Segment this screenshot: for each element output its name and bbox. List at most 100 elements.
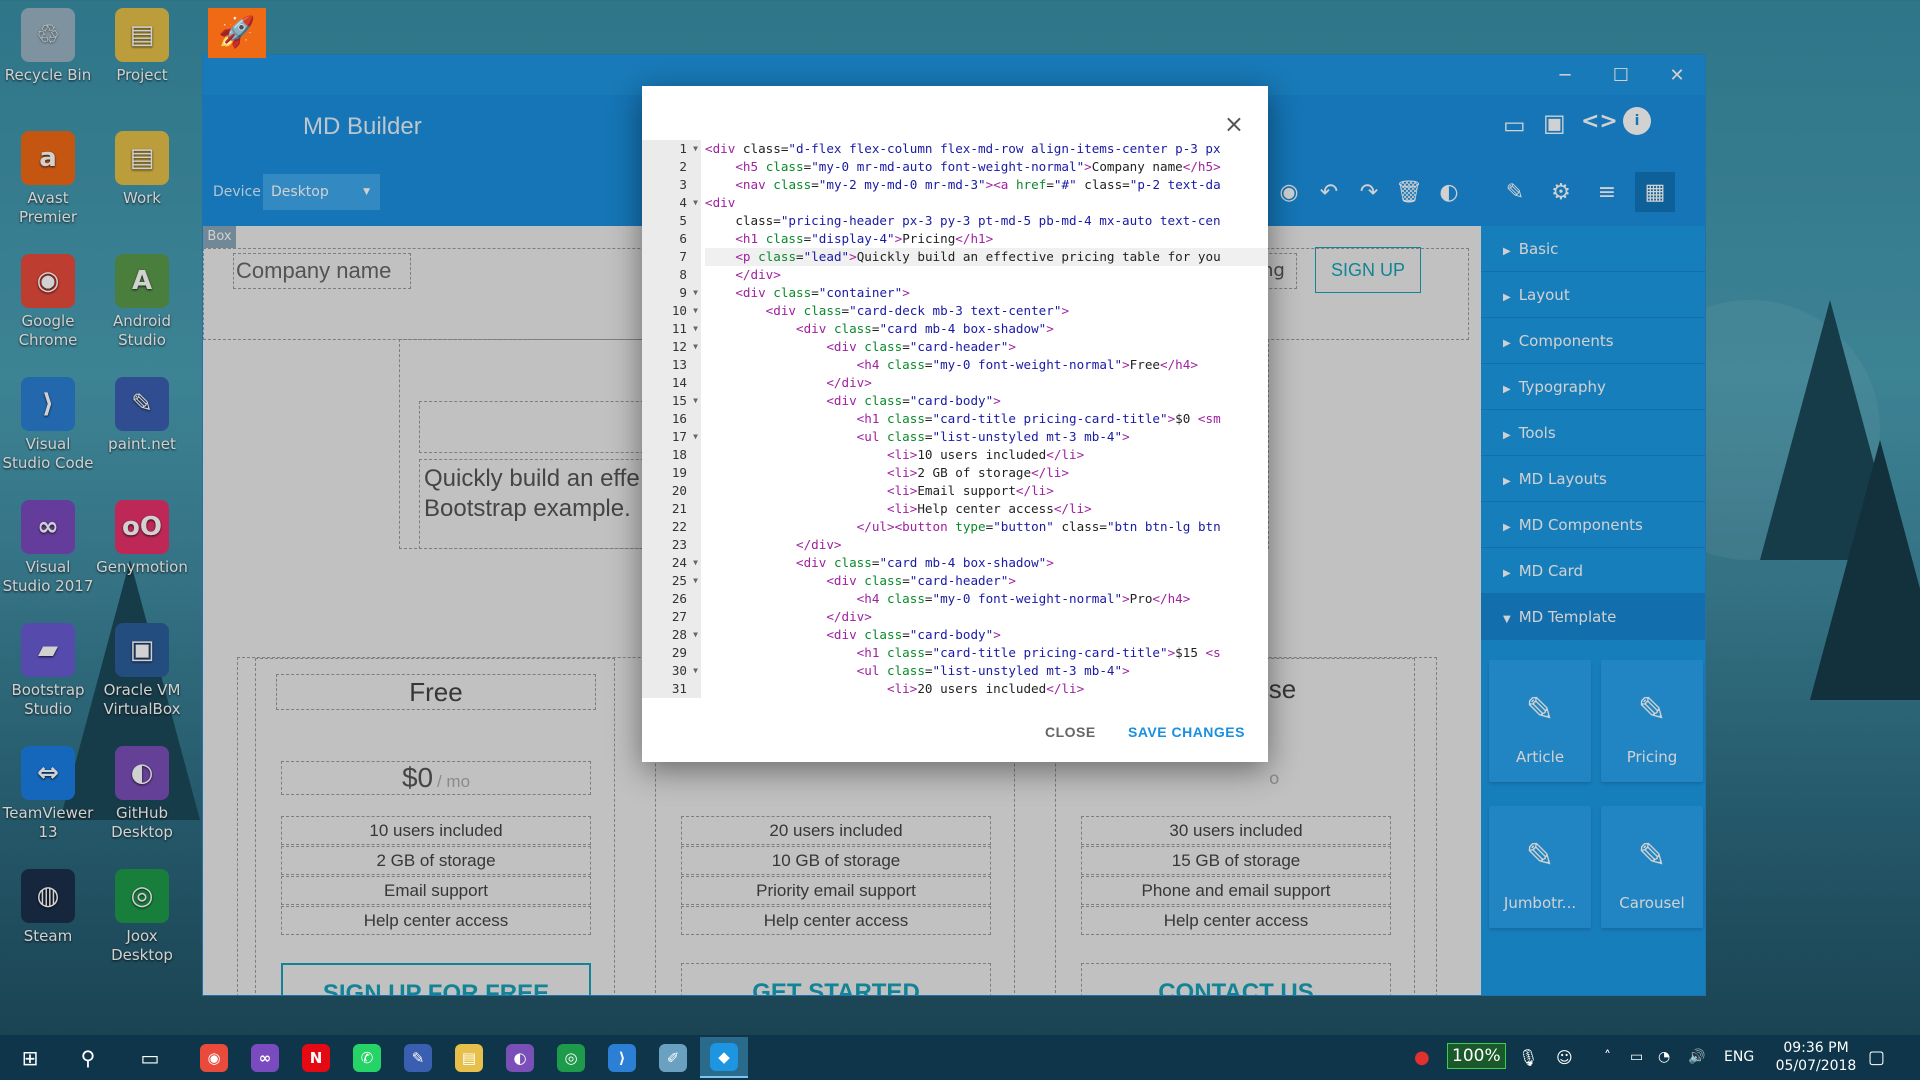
volume-icon[interactable]: 🔊 xyxy=(1688,1035,1705,1080)
line-number: 26 xyxy=(642,590,701,608)
line-number-text: 11 xyxy=(671,321,687,336)
code-line[interactable]: <div xyxy=(705,194,1268,212)
fold-toggle-icon[interactable]: ▼ xyxy=(693,194,698,212)
code-line[interactable]: <div class="card-header"> xyxy=(705,572,1268,590)
fold-toggle-icon[interactable]: ▼ xyxy=(693,626,698,644)
code-line[interactable]: class="pricing-header px-3 py-3 pt-md-5 … xyxy=(705,212,1268,230)
whatsapp-icon: ✆ xyxy=(353,1043,381,1072)
battery-icon[interactable]: ▭ xyxy=(1630,1035,1643,1080)
code-line[interactable]: <h1 class="display-4">Pricing</h1> xyxy=(705,230,1268,248)
line-number-text: 25 xyxy=(671,573,687,588)
fold-toggle-icon[interactable]: ▼ xyxy=(693,140,698,158)
code-line[interactable]: <div class="card-body"> xyxy=(705,626,1268,644)
code-line[interactable]: <h1 class="card-title pricing-card-title… xyxy=(705,410,1268,428)
code-line[interactable]: <div class="d-flex flex-column flex-md-r… xyxy=(705,140,1268,158)
line-number-text: 21 xyxy=(671,501,687,516)
fold-toggle-icon[interactable]: ▼ xyxy=(693,572,698,590)
taskbar-app[interactable]: ✆ xyxy=(343,1037,391,1078)
line-number: 19 xyxy=(642,464,701,482)
fold-toggle-icon[interactable]: ▼ xyxy=(693,302,698,320)
task-view-icon[interactable]: ▭ xyxy=(126,1037,174,1078)
code-line[interactable]: <div class="card-deck mb-3 text-center"> xyxy=(705,302,1268,320)
fold-toggle-icon[interactable]: ▼ xyxy=(693,662,698,680)
taskbar-app[interactable]: ◎ xyxy=(547,1037,595,1078)
code-line[interactable]: <ul class="list-unstyled mt-3 mb-4"> xyxy=(705,662,1268,680)
code-line[interactable]: <h4 class="my-0 font-weight-normal">Pro<… xyxy=(705,590,1268,608)
line-number: 7 xyxy=(642,248,701,266)
code-line[interactable]: </ul><button type="button" class="btn bt… xyxy=(705,518,1268,536)
line-number: 25 ▼ xyxy=(642,572,701,590)
code-line[interactable]: <p class="lead">Quickly build an effecti… xyxy=(705,248,1268,266)
line-number-text: 9 xyxy=(679,285,687,300)
code-line[interactable]: <li>Help center access</li> xyxy=(705,500,1268,518)
code-line[interactable]: <div class="container"> xyxy=(705,284,1268,302)
code-line[interactable]: <div class="card mb-4 box-shadow"> xyxy=(705,554,1268,572)
fold-toggle-icon[interactable]: ▼ xyxy=(693,338,698,356)
fold-toggle-icon[interactable]: ▼ xyxy=(693,320,698,338)
code-line[interactable]: </div> xyxy=(705,608,1268,626)
fold-toggle-icon[interactable]: ▼ xyxy=(693,284,698,302)
line-number: 23 xyxy=(642,536,701,554)
line-number-text: 22 xyxy=(671,519,687,534)
fold-toggle-icon[interactable]: ▼ xyxy=(693,554,698,572)
rocket-app-icon[interactable]: 🚀 xyxy=(208,8,266,58)
code-line[interactable]: <h1 class="card-title pricing-card-title… xyxy=(705,644,1268,662)
line-number-text: 14 xyxy=(671,375,687,390)
code-line[interactable]: </div> xyxy=(705,374,1268,392)
code-line[interactable]: <h4 class="my-0 font-weight-normal">Free… xyxy=(705,356,1268,374)
close-button[interactable]: CLOSE xyxy=(1045,724,1096,740)
code-line[interactable]: <ul class="list-unstyled mt-3 mb-4"> xyxy=(705,428,1268,446)
taskbar-app[interactable]: ◆ xyxy=(700,1037,748,1078)
code-line[interactable]: <li>20 users included</li> xyxy=(705,680,1268,698)
taskbar-app[interactable]: N xyxy=(292,1037,340,1078)
antivirus-tray-icon[interactable]: ● xyxy=(1414,1035,1430,1080)
save-changes-button[interactable]: SAVE CHANGES xyxy=(1128,724,1245,740)
code-line[interactable]: <li>2 GB of storage</li> xyxy=(705,464,1268,482)
line-number: 20 xyxy=(642,482,701,500)
taskbar-app[interactable]: ✐ xyxy=(649,1037,697,1078)
line-number-text: 2 xyxy=(679,159,687,174)
line-number-text: 23 xyxy=(671,537,687,552)
taskbar-app[interactable]: ▤ xyxy=(445,1037,493,1078)
taskbar-app[interactable]: ✎ xyxy=(394,1037,442,1078)
code-line[interactable]: <div class="card mb-4 box-shadow"> xyxy=(705,320,1268,338)
visual-studio-icon: ∞ xyxy=(251,1043,279,1072)
code-line[interactable]: <div class="card-body"> xyxy=(705,392,1268,410)
language-indicator[interactable]: ENG xyxy=(1724,1035,1754,1080)
clock[interactable]: 09:36 PM 05/07/2018 xyxy=(1766,1035,1866,1080)
code-editor[interactable]: 1 ▼ 2 3 4 ▼ 5 6 7 8 9 ▼ 10 ▼ 11 ▼ 12 ▼ 13 14 15 ▼ 16 17 ▼ 18 19 20 2… xyxy=(642,140,1268,698)
line-number: 15 ▼ xyxy=(642,392,701,410)
microphone-icon[interactable]: 🎙 xyxy=(1518,1035,1538,1080)
code-line[interactable]: <nav class="my-2 my-md-0 mr-md-3"><a hre… xyxy=(705,176,1268,194)
taskbar-app[interactable]: ◉ xyxy=(190,1037,238,1078)
wifi-icon[interactable]: ◔ xyxy=(1658,1035,1670,1080)
line-number: 22 xyxy=(642,518,701,536)
code-line[interactable]: <li>Email support</li> xyxy=(705,482,1268,500)
code-line[interactable]: <h5 class="my-0 mr-md-auto font-weight-n… xyxy=(705,158,1268,176)
search-icon[interactable]: ⚲ xyxy=(64,1037,112,1078)
line-number-text: 6 xyxy=(679,231,687,246)
battery-percent[interactable]: 100% xyxy=(1447,1043,1506,1069)
line-number: 16 xyxy=(642,410,701,428)
fold-toggle-icon[interactable]: ▼ xyxy=(693,392,698,410)
windows-start-icon[interactable]: ⊞ xyxy=(6,1037,54,1078)
notification-icon[interactable]: ▢ xyxy=(1868,1035,1885,1080)
line-number: 1 ▼ xyxy=(642,140,701,158)
file-explorer-icon: ▤ xyxy=(455,1043,483,1072)
code-line[interactable]: </div> xyxy=(705,266,1268,284)
taskbar-app[interactable]: ∞ xyxy=(241,1037,289,1078)
close-icon[interactable]: × xyxy=(1224,112,1244,136)
line-number: 12 ▼ xyxy=(642,338,701,356)
line-number-text: 13 xyxy=(671,357,687,372)
code-line[interactable]: <div class="card-header"> xyxy=(705,338,1268,356)
line-number-text: 26 xyxy=(671,591,687,606)
taskbar-app[interactable]: ◐ xyxy=(496,1037,544,1078)
chevron-up-icon[interactable]: ˄ xyxy=(1604,1035,1611,1080)
code-lines[interactable]: <div class="d-flex flex-column flex-md-r… xyxy=(705,140,1268,698)
fold-toggle-icon[interactable]: ▼ xyxy=(693,428,698,446)
code-line[interactable]: <li>10 users included</li> xyxy=(705,446,1268,464)
line-number-text: 3 xyxy=(679,177,687,192)
people-icon[interactable]: ☺ xyxy=(1556,1035,1573,1080)
code-line[interactable]: </div> xyxy=(705,536,1268,554)
taskbar-app[interactable]: ⟩ xyxy=(598,1037,646,1078)
